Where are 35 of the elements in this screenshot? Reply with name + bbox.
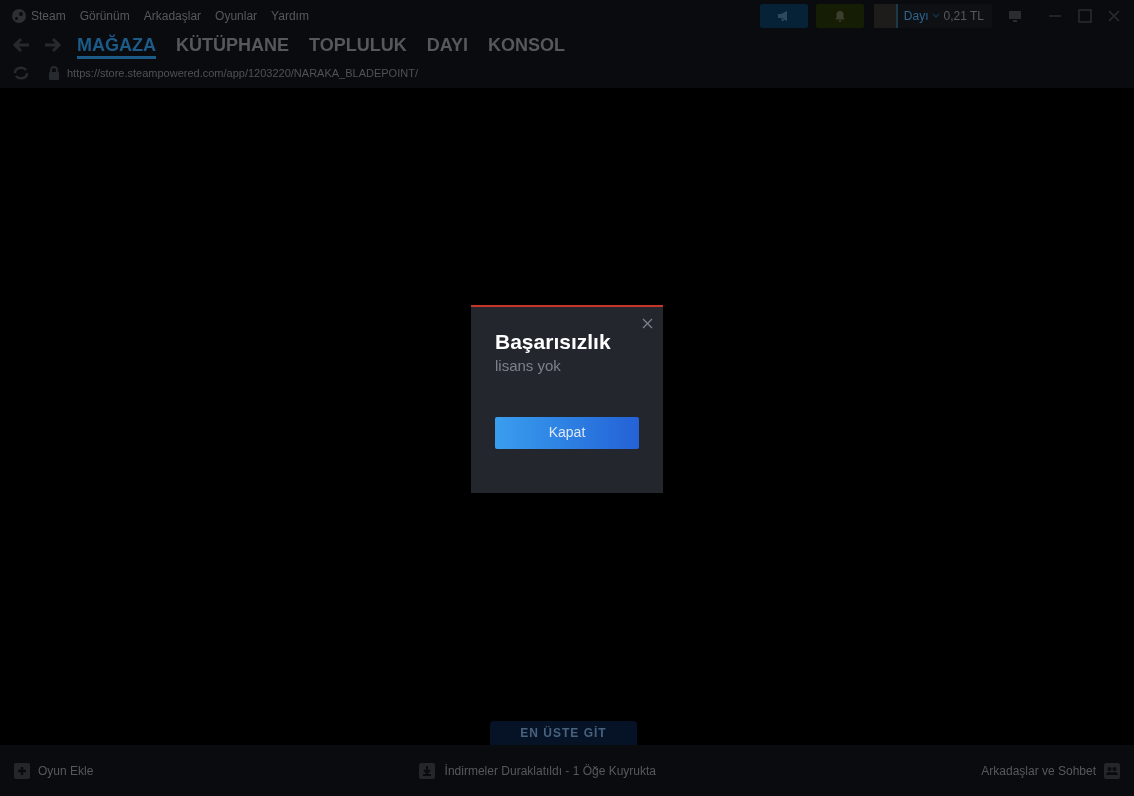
scroll-to-top-button[interactable]: EN ÜSTE GİT [490,721,637,745]
menu-item[interactable]: Görünüm [79,7,130,25]
user-name[interactable]: Dayı [903,7,929,25]
bell-icon [833,10,846,22]
avatar [873,4,898,28]
menu-item[interactable]: Arkadaşlar [143,7,202,25]
forward-arrow-icon[interactable] [44,37,62,53]
nav-tab[interactable]: KÜTÜPHANE [176,31,289,59]
nav-tab[interactable]: DAYI [426,31,469,59]
maximize-icon[interactable] [1078,9,1092,23]
reload-icon[interactable] [12,66,30,80]
friends-chat-link[interactable]: Arkadaşlar ve Sohbet [981,761,1096,780]
close-icon[interactable] [642,317,653,329]
nav-tab[interactable]: TOPLULUK [309,31,407,59]
wallet-balance: 0,21 TL [943,8,984,25]
nav-tab[interactable]: KONSOL [488,31,566,59]
url-address[interactable]: https://store.steampowered.com/app/1203220/NARAKA_BLADEPOINT/ [67,64,418,82]
nav-tab[interactable]: MAĞAZA [77,31,156,59]
add-game-link[interactable]: Oyun Ekle [38,761,94,780]
monitor-icon[interactable] [1008,9,1022,23]
downloads-status[interactable]: İndirmeler Duraklatıldı - 1 Öğe Kuyrukta [444,761,657,780]
close-button[interactable]: Kapat [495,416,639,449]
download-icon[interactable] [418,762,435,779]
chevron-down-icon [931,13,940,19]
add-icon[interactable] [14,762,30,779]
menu-item[interactable]: Oyunlar [215,7,258,25]
menu-item[interactable]: Yardım [271,7,309,25]
broadcast-button[interactable] [759,4,808,28]
friends-icon[interactable] [1104,762,1120,779]
menu-item[interactable]: Steam [31,7,66,25]
notifications-button[interactable] [815,4,864,28]
dialog-title: Başarısızlık [495,328,612,355]
dialog-message: lisans yok [495,355,562,376]
lock-icon [48,66,60,80]
back-arrow-icon[interactable] [12,37,30,53]
